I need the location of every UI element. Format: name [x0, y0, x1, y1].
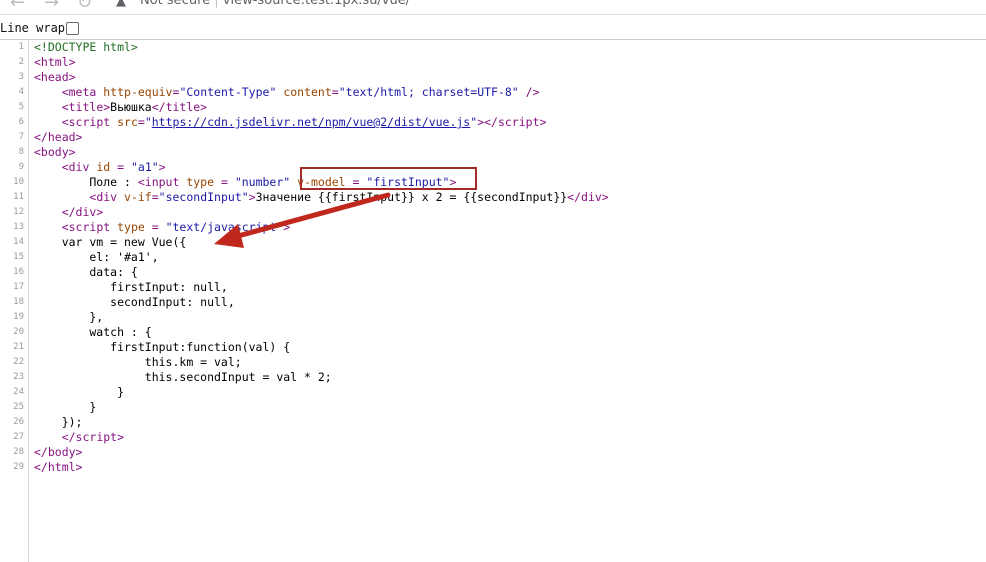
arrow-shaft: [235, 192, 391, 239]
arrow-head: [214, 224, 244, 248]
annotation-arrow-icon: [214, 192, 391, 248]
